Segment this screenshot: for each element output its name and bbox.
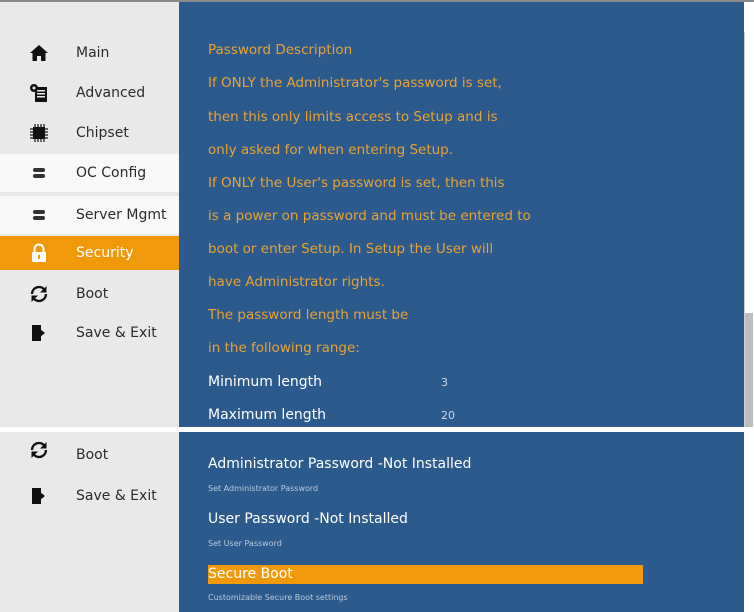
sidebar-item-advanced[interactable]: Advanced	[0, 74, 179, 112]
sidebar-item-label: Server Mgmt	[76, 207, 167, 223]
sidebar-item-server-mgmt[interactable]: Server Mgmt	[0, 196, 179, 234]
administrator-password-option[interactable]: Administrator Password -Not Installed	[208, 456, 471, 472]
lock-icon	[29, 243, 49, 263]
description-line: have Administrator rights.	[208, 274, 385, 290]
minimum-length-label: Minimum length	[208, 374, 322, 390]
description-line: in the following range:	[208, 340, 360, 356]
toggle-icon	[29, 205, 49, 225]
user-password-option[interactable]: User Password -Not Installed	[208, 511, 408, 527]
sidebar-item-label: Chipset	[76, 125, 129, 141]
sidebar-item-chipset[interactable]: Chipset	[0, 114, 179, 152]
description-line: If ONLY the User's password is set, then…	[208, 175, 505, 191]
toggle-icon	[29, 163, 49, 183]
maximum-length-label: Maximum length	[208, 407, 327, 423]
sidebar-item-label: Boot	[76, 286, 109, 302]
exit-icon	[29, 323, 49, 343]
sidebar-item-oc-config[interactable]: OC Config	[0, 154, 179, 192]
sidebar-item-save-exit[interactable]: Save & Exit	[0, 314, 179, 352]
sidebar-item-label: Advanced	[76, 85, 146, 101]
description-line: boot or enter Setup. In Setup the User w…	[208, 241, 494, 257]
gear-doc-icon	[29, 83, 49, 103]
scrollbar-area	[744, 432, 754, 612]
sidebar-item-save-exit[interactable]: Save & Exit	[0, 476, 179, 516]
sidebar-item-boot[interactable]: Boot	[0, 275, 179, 313]
sidebar-item-label: Save & Exit	[76, 488, 157, 504]
sidebar-item-label: Security	[76, 245, 134, 261]
secure-boot-option[interactable]: Secure Boot	[208, 566, 293, 582]
sidebar-item-label: OC Config	[76, 165, 147, 181]
maximum-length-value: 20	[441, 409, 455, 422]
security-page-top: Main Advanced Chipset OC Config Server M…	[0, 0, 754, 427]
sidebar-item-label: Boot	[76, 447, 109, 463]
scrollbar[interactable]	[744, 0, 754, 427]
option-help-text: Set User Password	[208, 539, 282, 548]
sidebar-item-main[interactable]: Main	[0, 34, 179, 72]
description-line: then this only limits access to Setup an…	[208, 109, 498, 125]
refresh-icon	[29, 284, 49, 304]
description-line: The password length must be	[208, 307, 409, 323]
sidebar-item-security[interactable]: Security	[0, 236, 179, 270]
sidebar-item-label: Main	[76, 45, 110, 61]
divider	[0, 0, 754, 2]
sidebar-item-boot[interactable]: Boot	[0, 436, 179, 476]
option-help-text: Customizable Secure Boot settings	[208, 593, 348, 602]
description-line: If ONLY the Administrator's password is …	[208, 75, 502, 91]
option-help-text: Set Administrator Password	[208, 484, 319, 493]
sidebar-item-label: Save & Exit	[76, 325, 157, 341]
refresh-icon	[29, 440, 49, 460]
security-page-bottom: Boot Save & Exit Administrator Password …	[0, 432, 754, 612]
chip-icon	[29, 123, 49, 143]
exit-icon	[29, 486, 49, 506]
scrollbar-thumb[interactable]	[745, 313, 753, 427]
sidebar: Boot Save & Exit	[0, 432, 179, 612]
description-line: is a power on password and must be enter…	[208, 208, 531, 224]
sidebar: Main Advanced Chipset OC Config Server M…	[0, 0, 179, 427]
description-line: only asked for when entering Setup.	[208, 142, 454, 158]
description-heading: Password Description	[208, 42, 353, 58]
minimum-length-value: 3	[441, 376, 448, 389]
home-icon	[29, 43, 49, 63]
